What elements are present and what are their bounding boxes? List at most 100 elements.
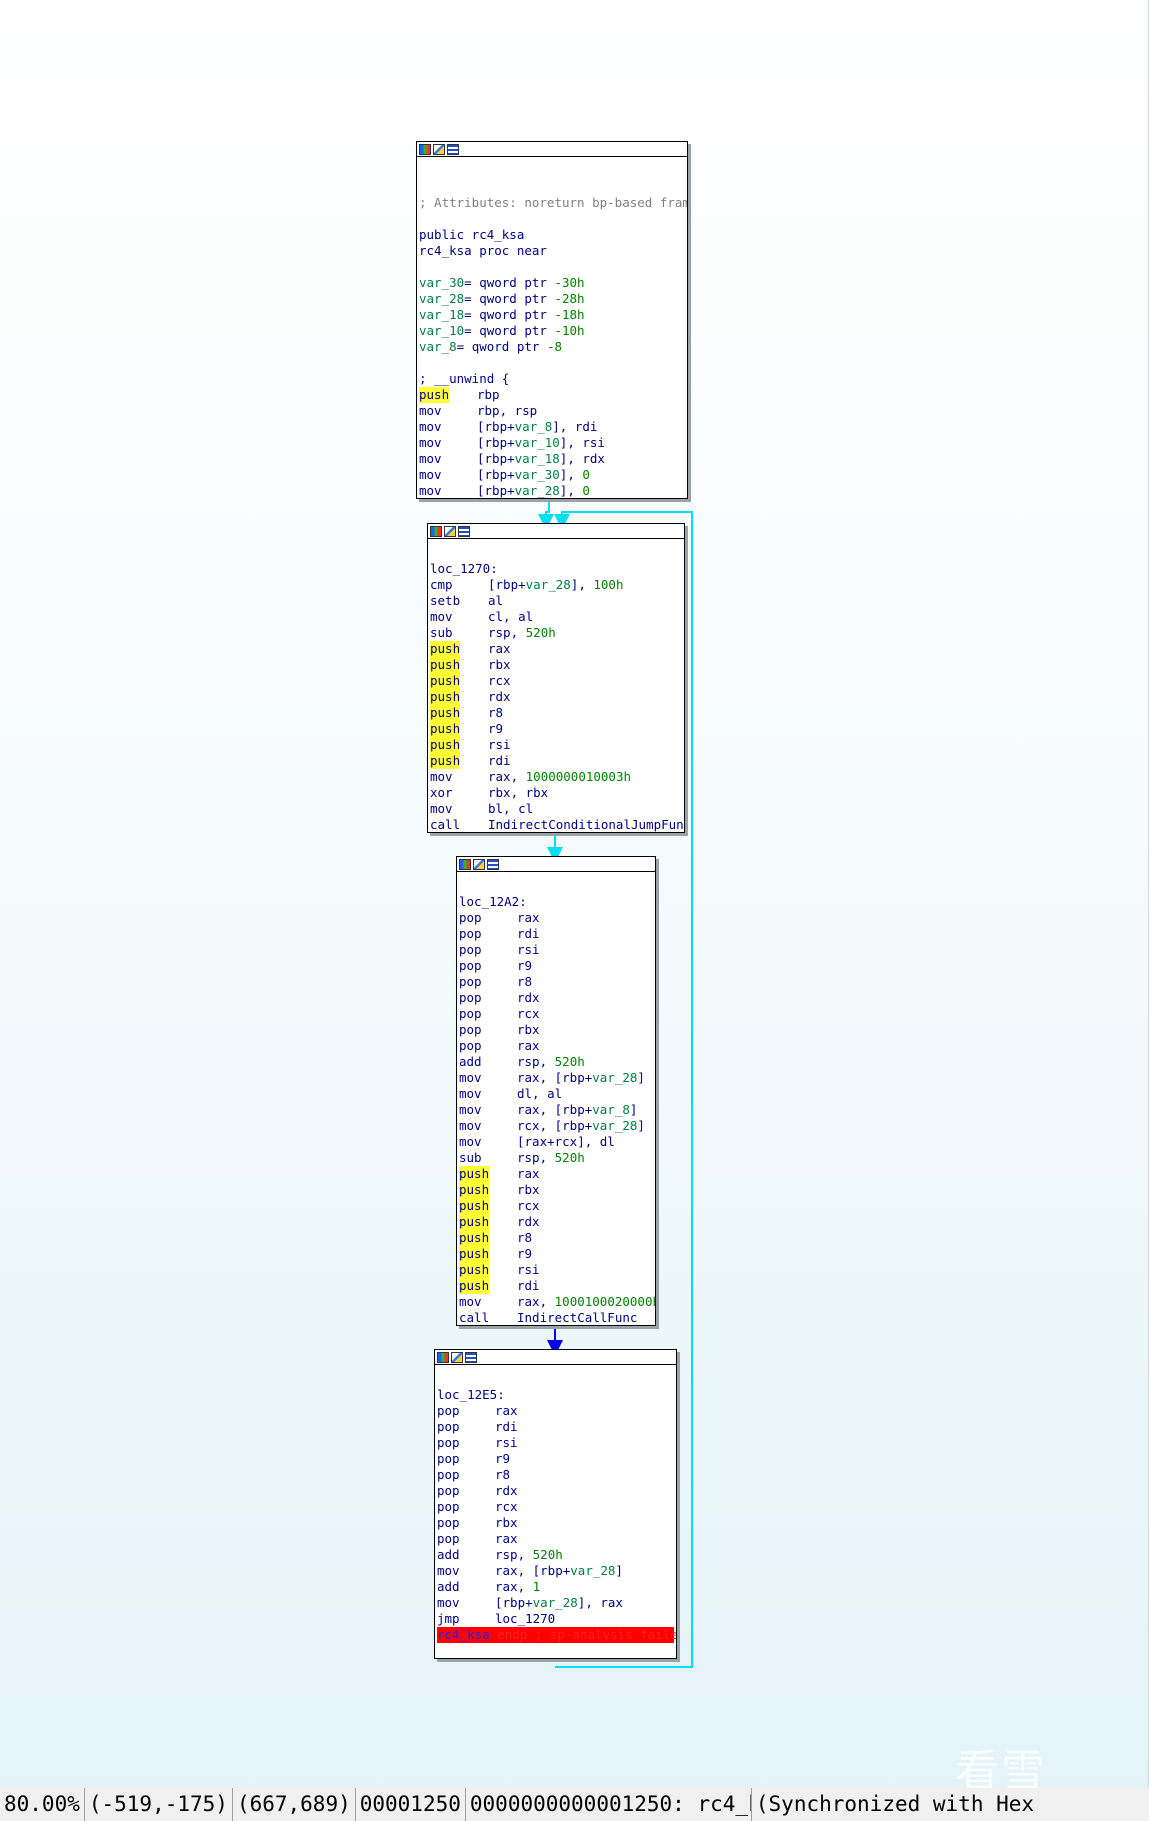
- mnemonic-cell: cmp: [430, 577, 488, 593]
- mnemonic: setb: [430, 593, 461, 608]
- mnemonic-cell: pop: [437, 1531, 495, 1547]
- operand: ], rdx: [559, 451, 605, 466]
- mnemonic-cell: pop: [437, 1499, 495, 1515]
- operand: rsp,: [517, 1054, 555, 1069]
- mnemonic-cell: push: [430, 721, 488, 737]
- mnemonic: pop: [437, 1531, 460, 1546]
- mnemonic: pop: [437, 1515, 460, 1530]
- mnemonic-cell: pop: [437, 1435, 495, 1451]
- color-icon[interactable]: [419, 143, 431, 155]
- code-block-loc-12e5[interactable]: loc_12E5: pop rax pop rdi pop rsi pop r9 pop r8 pop…: [434, 1349, 677, 1659]
- mnemonic-cell: pop: [459, 1022, 517, 1038]
- var-name: var_30: [419, 275, 465, 290]
- mnemonic: mov: [430, 609, 453, 624]
- mnemonic-cell: push: [459, 1214, 517, 1230]
- mnemonic-cell: push: [430, 657, 488, 673]
- operand-number: 0: [582, 467, 590, 482]
- block-header: [428, 524, 684, 539]
- text-view-icon[interactable]: [465, 1351, 477, 1363]
- mnemonic: push: [459, 1166, 490, 1182]
- instruction-line: setb al: [430, 593, 682, 609]
- instruction-line: pop rcx: [437, 1499, 674, 1515]
- mnemonic-cell: push: [430, 673, 488, 689]
- instruction-line: push rdi: [459, 1278, 653, 1294]
- operand: rsi: [495, 1435, 518, 1450]
- mnemonic: push: [459, 1262, 490, 1278]
- operand: ]: [629, 1102, 638, 1117]
- text-view-icon[interactable]: [447, 143, 459, 155]
- graph-icon[interactable]: [451, 1351, 463, 1363]
- color-icon[interactable]: [437, 1351, 449, 1363]
- mnemonic-cell: push: [459, 1166, 517, 1182]
- mnemonic: cmp: [430, 577, 453, 592]
- operand: ],: [570, 577, 594, 592]
- mnemonic: mov: [459, 1070, 482, 1085]
- text-view-icon[interactable]: [458, 525, 470, 537]
- label-line: loc_1270:: [430, 561, 682, 577]
- color-icon[interactable]: [430, 525, 442, 537]
- instruction-line: jmp loc_1270: [437, 1611, 674, 1627]
- mnemonic: add: [459, 1054, 482, 1069]
- mnemonic-cell: push: [430, 753, 488, 769]
- operand: rsp,: [517, 1150, 555, 1165]
- instruction-line: call IndirectConditionalJumpFunc: [430, 817, 684, 832]
- mouse-coords: (-519,-175): [85, 1788, 233, 1821]
- operand: rdi: [517, 1278, 540, 1293]
- mnemonic-cell: add: [437, 1547, 495, 1563]
- operand-var: var_28: [592, 1070, 638, 1085]
- block-body: loc_1270: cmp [rbp+var_28], 100h setb al mov c…: [428, 539, 684, 832]
- var-type: = qword ptr: [456, 339, 547, 354]
- operand: rax: [517, 1038, 540, 1053]
- mnemonic-cell: pop: [437, 1483, 495, 1499]
- operand: r9: [488, 721, 504, 736]
- label-line: ; __unwind {: [419, 371, 685, 387]
- instruction-line: pop r9: [437, 1451, 674, 1467]
- instruction-line: push rcx: [430, 673, 682, 689]
- code-block-entry[interactable]: ; Attributes: noreturn bp-based frame pub…: [416, 141, 688, 499]
- mnemonic: push: [430, 753, 461, 769]
- color-icon[interactable]: [459, 858, 471, 870]
- mnemonic: pop: [459, 926, 482, 941]
- operand: rax,: [517, 1294, 555, 1309]
- mnemonic: pop: [437, 1403, 460, 1418]
- var-offset: -30h: [554, 275, 585, 290]
- var-name: var_10: [419, 323, 465, 338]
- graph-icon[interactable]: [433, 143, 445, 155]
- mnemonic: push: [430, 689, 461, 705]
- mnemonic: push: [430, 657, 461, 673]
- graph-icon[interactable]: [444, 525, 456, 537]
- mnemonic-cell: pop: [459, 942, 517, 958]
- mnemonic: mov: [459, 1086, 482, 1101]
- var-type: = qword ptr: [464, 323, 555, 338]
- operand: rcx: [517, 1006, 540, 1021]
- mnemonic: pop: [459, 942, 482, 957]
- graph-icon[interactable]: [473, 858, 485, 870]
- instruction-line: mov [rbp+var_30], 0: [419, 467, 685, 483]
- operand: rdi: [517, 926, 540, 941]
- code-block-loc-12a2[interactable]: loc_12A2: pop rax pop rdi pop rsi pop r9 pop r8 pop…: [456, 856, 656, 1326]
- operand: ], rsi: [559, 435, 605, 450]
- mnemonic-cell: mov: [430, 801, 488, 817]
- operand: r9: [517, 1246, 533, 1261]
- text-view-icon[interactable]: [487, 858, 499, 870]
- operand: rbx, rbx: [488, 785, 549, 800]
- instruction-line: mov dl, al: [459, 1086, 653, 1102]
- code-block-loc-1270[interactable]: loc_1270: cmp [rbp+var_28], 100h setb al mov c…: [427, 523, 685, 833]
- var-name: var_8: [419, 339, 457, 354]
- operand: r8: [495, 1467, 511, 1482]
- operand: [rbp+: [477, 435, 515, 450]
- mnemonic: pop: [459, 958, 482, 973]
- var-name: var_18: [419, 307, 465, 322]
- graph-view[interactable]: ; Attributes: noreturn bp-based frame pub…: [0, 0, 1149, 1797]
- operand: rbx: [517, 1022, 540, 1037]
- instruction-line: pop rdi: [437, 1419, 674, 1435]
- mnemonic-cell: mov: [459, 1086, 517, 1102]
- instruction-line: add rax, 1: [437, 1579, 674, 1595]
- instruction-line: mov rbp, rsp: [419, 403, 685, 419]
- instruction-line: mov [rbp+var_8], rdi: [419, 419, 685, 435]
